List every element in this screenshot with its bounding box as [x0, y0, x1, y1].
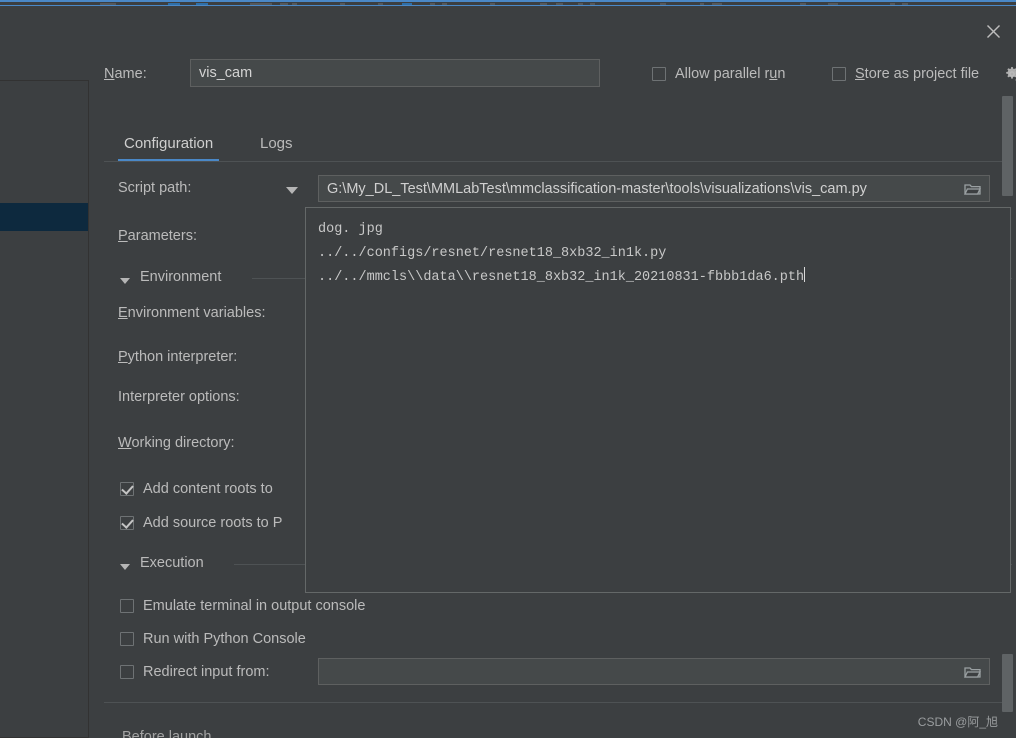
parameters-label: Parameters:	[118, 228, 197, 244]
text-cursor	[804, 267, 806, 282]
environment-variables-rest: nvironment variables:	[127, 305, 266, 321]
tabs-divider	[104, 161, 1002, 162]
add-source-roots-label: Add source roots to P	[143, 515, 283, 531]
folder-icon[interactable]	[963, 665, 982, 679]
script-path-input[interactable]: G:\My_DL_Test\MMLabTest\mmclassification…	[318, 175, 990, 202]
watermark: CSDN @阿_旭	[917, 715, 998, 729]
background-left-panel	[0, 80, 89, 738]
parameters-expanded-editor[interactable]: dog. jpg ../../configs/resnet/resnet18_8…	[305, 207, 1011, 593]
store-as-project-file-label: Store as project file	[855, 66, 979, 82]
parameters-label-rest: arameters:	[127, 228, 197, 244]
execution-collapse-icon[interactable]	[120, 564, 130, 570]
allow-parallel-run-checkbox[interactable]: Allow parallel run	[652, 66, 785, 82]
emulate-terminal-label: Emulate terminal in output console	[143, 598, 366, 614]
script-path-label: Script path:	[118, 180, 192, 196]
gear-icon[interactable]	[1004, 66, 1016, 82]
redirect-input-from-input[interactable]	[318, 658, 990, 685]
emulate-terminal-box[interactable]	[120, 599, 134, 613]
allow-parallel-run-label-post: n	[777, 66, 786, 82]
parameters-label-mnemonic: P	[118, 228, 128, 244]
working-directory-mnemonic: W	[118, 435, 132, 451]
python-interpreter-label: Python interpreter:	[118, 349, 237, 365]
close-icon[interactable]	[978, 16, 1008, 46]
parameters-line-3: ../../mmcls\\data\\resnet18_8xb32_in1k_2…	[318, 270, 805, 285]
before-launch-label: Before launch	[122, 729, 212, 738]
dialog-tabs: Configuration Logs	[104, 124, 1004, 162]
name-label: Name:	[104, 66, 147, 82]
script-path-value: G:\My_DL_Test\MMLabTest\mmclassification…	[327, 180, 867, 197]
tab-configuration[interactable]: Configuration	[118, 124, 220, 162]
environment-section-title: Environment	[140, 269, 222, 285]
parameters-line-1: dog. jpg	[318, 222, 383, 237]
chevron-down-icon[interactable]	[286, 187, 298, 194]
allow-parallel-run-label-pre: Allow parallel r	[675, 66, 770, 82]
parameters-editor-text[interactable]: dog. jpg ../../configs/resnet/resnet18_8…	[318, 218, 806, 290]
redirect-input-from-box[interactable]	[120, 665, 134, 679]
python-interpreter-mnemonic: P	[118, 349, 128, 365]
add-source-roots-box[interactable]	[120, 516, 134, 530]
working-directory-rest: orking directory:	[131, 435, 235, 451]
allow-parallel-run-box[interactable]	[652, 67, 666, 81]
environment-collapse-icon[interactable]	[120, 278, 130, 284]
working-directory-label: Working directory:	[118, 435, 235, 451]
name-label-rest: ame:	[114, 66, 147, 82]
folder-icon[interactable]	[963, 182, 982, 196]
name-input[interactable]	[190, 59, 600, 87]
add-content-roots-checkbox[interactable]: Add content roots to	[120, 481, 273, 497]
run-with-python-console-checkbox[interactable]: Run with Python Console	[120, 631, 306, 647]
add-source-roots-checkbox[interactable]: Add source roots to P	[120, 515, 282, 531]
environment-variables-mnemonic: E	[118, 305, 128, 321]
redirect-input-from-label: Redirect input from:	[143, 664, 270, 680]
allow-parallel-run-label: Allow parallel run	[675, 66, 785, 82]
environment-variables-label: Environment variables:	[118, 305, 266, 321]
bottom-divider	[104, 702, 1010, 703]
emulate-terminal-checkbox[interactable]: Emulate terminal in output console	[120, 598, 365, 614]
store-as-project-file-rest: tore as project file	[864, 66, 980, 82]
store-as-project-file-checkbox[interactable]: Store as project file	[832, 66, 979, 82]
name-label-mnemonic: N	[104, 66, 115, 82]
tab-logs[interactable]: Logs	[254, 124, 299, 162]
parameters-line-2: ../../configs/resnet/resnet18_8xb32_in1k…	[318, 246, 667, 261]
execution-section-title: Execution	[140, 555, 204, 571]
background-selected-row	[0, 203, 88, 231]
add-content-roots-box[interactable]	[120, 482, 134, 496]
dialog-scrollbar-thumb[interactable]	[1002, 96, 1013, 196]
python-interpreter-rest: ython interpreter:	[127, 349, 238, 365]
interpreter-options-label: Interpreter options:	[118, 389, 240, 405]
screen-root: Name: Allow parallel run Store as projec…	[0, 0, 1016, 738]
run-with-python-console-box[interactable]	[120, 632, 134, 646]
name-row: Name: Allow parallel run Store as projec…	[104, 54, 1016, 96]
store-as-project-file-box[interactable]	[832, 67, 846, 81]
add-content-roots-label: Add content roots to	[143, 481, 273, 497]
redirect-input-from-checkbox[interactable]: Redirect input from:	[120, 664, 270, 680]
store-as-project-file-mnemonic: S	[855, 66, 865, 82]
run-with-python-console-label: Run with Python Console	[143, 631, 306, 647]
dialog-scrollbar-thumb-lower[interactable]	[1002, 654, 1013, 712]
